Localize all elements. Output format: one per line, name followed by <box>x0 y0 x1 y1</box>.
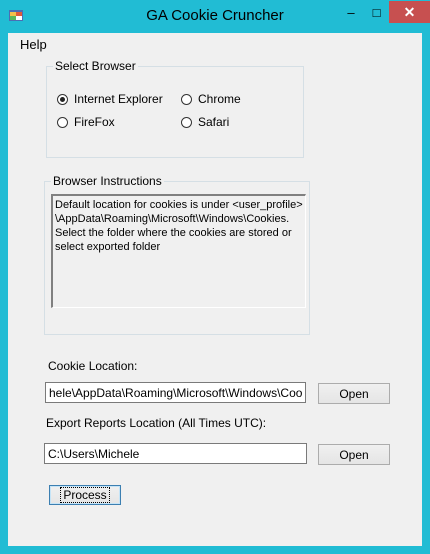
cookie-open-button[interactable]: Open <box>318 383 390 404</box>
minimize-button[interactable]: – <box>338 1 364 23</box>
title-bar[interactable]: GA Cookie Cruncher – □ ✕ <box>0 0 430 33</box>
cookie-open-label: Open <box>339 386 369 401</box>
process-label: Process <box>60 487 110 503</box>
radio-indicator <box>181 116 192 128</box>
export-location-input[interactable] <box>44 443 307 464</box>
export-open-button[interactable]: Open <box>318 444 390 465</box>
export-open-label: Open <box>339 447 369 462</box>
instructions-textbox[interactable]: Default location for cookies is under <u… <box>51 194 306 308</box>
cookie-location-label: Cookie Location: <box>48 359 138 373</box>
radio-label: FireFox <box>74 115 115 129</box>
client-area: Help Select Browser Internet Explorer Ch… <box>8 33 422 546</box>
menu-help[interactable]: Help <box>20 37 47 52</box>
process-button[interactable]: Process <box>49 485 121 505</box>
radio-internet-explorer[interactable]: Internet Explorer <box>57 92 163 106</box>
radio-label: Internet Explorer <box>74 92 163 106</box>
browser-instructions-group: Browser Instructions Default location fo… <box>44 174 310 335</box>
select-browser-legend: Select Browser <box>53 59 138 73</box>
radio-chrome[interactable]: Chrome <box>181 92 241 106</box>
maximize-button[interactable]: □ <box>364 1 389 23</box>
menu-bar: Help <box>8 33 422 55</box>
close-button[interactable]: ✕ <box>389 1 430 23</box>
radio-label: Safari <box>198 115 230 129</box>
radio-firefox[interactable]: FireFox <box>57 115 115 129</box>
radio-label: Chrome <box>198 92 241 106</box>
browser-instructions-legend: Browser Instructions <box>51 174 164 188</box>
select-browser-group: Select Browser Internet Explorer Chrome … <box>46 59 304 158</box>
radio-safari[interactable]: Safari <box>181 115 229 129</box>
radio-indicator <box>181 93 192 105</box>
app-window: GA Cookie Cruncher – □ ✕ Help Select Bro… <box>0 0 430 554</box>
cookie-location-input[interactable] <box>45 382 306 403</box>
export-location-label: Export Reports Location (All Times UTC): <box>46 416 267 430</box>
radio-indicator <box>57 93 68 105</box>
radio-indicator <box>57 116 68 128</box>
